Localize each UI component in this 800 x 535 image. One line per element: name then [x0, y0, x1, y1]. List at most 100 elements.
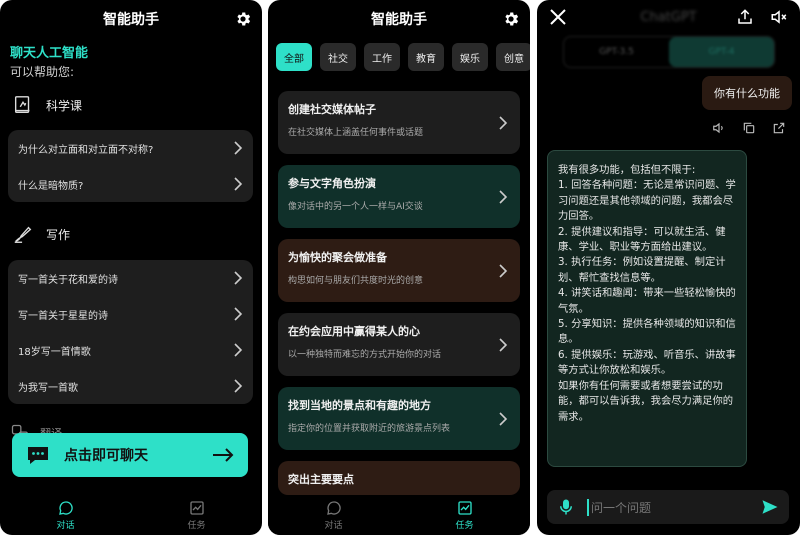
- tab-label: 任务: [187, 520, 206, 531]
- gear-icon[interactable]: [502, 10, 520, 28]
- list-item[interactable]: 写一首关于星星的诗: [8, 296, 253, 332]
- task-subtitle: 指定你的位置并获取附近的旅游景点列表: [288, 424, 451, 434]
- chevron-right-icon: [499, 338, 508, 352]
- app-title: 智能助手: [371, 12, 427, 28]
- speaker-icon[interactable]: [712, 121, 726, 135]
- message-line: 6. 提供娱乐：玩游戏、听音乐、讲故事等方式让你放松和娱乐。: [558, 348, 736, 377]
- task-subtitle: 构思如何与朋友们共度时光的创意: [288, 276, 424, 286]
- prompt-text: 写一首关于星星的诗: [18, 310, 108, 322]
- chevron-right-icon: [234, 343, 243, 357]
- section-label: 写作: [46, 227, 71, 242]
- chip-creative[interactable]: 创意: [496, 43, 530, 71]
- tab-tasks[interactable]: 任务: [131, 495, 262, 535]
- chevron-right-icon: [234, 307, 243, 321]
- category-chips: 全部 社交 工作 教育 娱乐 创意: [276, 43, 530, 71]
- model-toggle[interactable]: GPT-3.5 GPT-4: [563, 36, 775, 68]
- chip-social[interactable]: 社交: [320, 43, 356, 71]
- bottom-nav: 对话 任务: [0, 495, 262, 535]
- task-card[interactable]: 突出主要要点: [278, 461, 520, 495]
- tasks-screen: 智能助手 全部 社交 工作 教育 娱乐 创意 创建社交媒体帖子 在社交媒体上涵盖…: [268, 0, 530, 535]
- task-title: 为愉快的聚会做准备: [288, 251, 387, 264]
- tab-label: 任务: [455, 520, 474, 531]
- prompt-text: 18岁写一首情歌: [18, 346, 91, 358]
- message-line: 我有很多功能，包括但不限于:: [558, 164, 696, 176]
- send-icon[interactable]: [761, 498, 779, 516]
- chevron-right-icon: [499, 116, 508, 130]
- chevron-right-icon: [499, 412, 508, 426]
- speaker-mute-icon[interactable]: [770, 8, 788, 26]
- assistant-message: 我有很多功能，包括但不限于: 1. 回答各种问题：无论是常识问题、学习问题还是其…: [547, 150, 747, 467]
- arrow-right-icon: [213, 448, 234, 462]
- app-title: 智能助手: [103, 12, 159, 28]
- chart-icon: [457, 500, 472, 515]
- message-input-bar: 问一个问题: [547, 490, 789, 524]
- model-option[interactable]: GPT-4: [669, 37, 774, 67]
- tab-tasks[interactable]: 任务: [399, 495, 530, 535]
- writing-prompts: 写一首关于花和爱的诗 写一首关于星星的诗 18岁写一首情歌 为我写一首歌: [8, 260, 253, 404]
- message-line: 2. 提供建议和指导：可以就生活、健康、学业、职业等方面给出建议。: [558, 225, 726, 254]
- task-title: 参与文字角色扮演: [288, 177, 376, 190]
- microphone-icon[interactable]: [557, 498, 575, 516]
- chat-icon: [326, 500, 341, 515]
- chevron-right-icon: [234, 177, 243, 191]
- question-text: 为什么对立面和对立面不对称?: [18, 144, 154, 156]
- science-book-icon: [14, 96, 30, 114]
- chevron-right-icon: [234, 379, 243, 393]
- prompt-text: 为我写一首歌: [18, 382, 78, 394]
- list-item[interactable]: 写一首关于花和爱的诗: [8, 260, 253, 296]
- message-actions: [712, 121, 786, 135]
- message-line: 4. 讲笑话和趣闻：带来一些轻松愉快的气氛。: [558, 287, 736, 315]
- copy-icon[interactable]: [742, 121, 756, 135]
- tab-chat[interactable]: 对话: [0, 495, 131, 535]
- greeting-title: 聊天人工智能: [10, 46, 89, 61]
- message-line: 如果你有任何需要或者想要尝试的功能，都可以告诉我，我会尽力满足你的需求。: [558, 379, 734, 423]
- header: 智能助手: [268, 0, 530, 38]
- task-subtitle: 在社交媒体上涵盖任何事件或话题: [288, 128, 424, 138]
- chevron-right-icon: [499, 264, 508, 278]
- task-card[interactable]: 创建社交媒体帖子 在社交媒体上涵盖任何事件或话题: [278, 91, 520, 154]
- task-subtitle: 像对话中的另一个人一样与AI交谈: [288, 202, 423, 212]
- start-chat-button[interactable]: 点击即可聊天: [12, 433, 248, 477]
- task-card[interactable]: 找到当地的景点和有趣的地方 指定你的位置并获取附近的旅游景点列表: [278, 387, 520, 450]
- list-item[interactable]: 18岁写一首情歌: [8, 332, 253, 368]
- section-label: 科学课: [46, 98, 83, 113]
- tab-chat[interactable]: 对话: [268, 495, 399, 535]
- task-title: 找到当地的景点和有趣的地方: [288, 399, 431, 412]
- greeting-subtitle: 可以帮助您:: [10, 65, 75, 79]
- open-external-icon[interactable]: [772, 121, 786, 135]
- chip-all[interactable]: 全部: [276, 43, 312, 71]
- chart-icon: [189, 500, 204, 515]
- prompt-text: 写一首关于花和爱的诗: [18, 274, 118, 286]
- section-heading-science: 科学课: [12, 92, 82, 118]
- list-item[interactable]: 什么是暗物质?: [8, 166, 253, 202]
- chip-education[interactable]: 教育: [408, 43, 444, 71]
- question-input[interactable]: 问一个问题: [587, 498, 749, 516]
- conversation-header: ChatGPT: [549, 8, 788, 30]
- chevron-right-icon: [234, 141, 243, 155]
- message-line: 1. 回答各种问题：无论是常识问题、学习问题还是其他领域的问题，我都会尽力回答。: [558, 179, 736, 223]
- task-card[interactable]: 在约会应用中赢得某人的心 以一种独特而难忘的方式开始你的对话: [278, 313, 520, 376]
- message-line: 3. 执行任务：例如设置提醒、制定计划、帮忙查找信息等。: [558, 256, 726, 284]
- task-card[interactable]: 参与文字角色扮演 像对话中的另一个人一样与AI交谈: [278, 165, 520, 228]
- task-card[interactable]: 为愉快的聚会做准备 构思如何与朋友们共度时光的创意: [278, 239, 520, 302]
- question-text: 什么是暗物质?: [18, 180, 84, 192]
- chip-work[interactable]: 工作: [364, 43, 400, 71]
- list-item[interactable]: 为什么对立面和对立面不对称?: [8, 130, 253, 166]
- model-option[interactable]: GPT-3.5: [564, 37, 669, 67]
- chat-home-screen: 智能助手 聊天人工智能 可以帮助您: 科学课 为什么对立面和对立面不对称? 什么…: [0, 0, 262, 535]
- cta-label: 点击即可聊天: [64, 448, 148, 464]
- task-title: 创建社交媒体帖子: [288, 103, 376, 116]
- list-item[interactable]: 为我写一首歌: [8, 368, 253, 404]
- task-title: 突出主要要点: [288, 473, 354, 486]
- bottom-nav: 对话 任务: [268, 495, 530, 535]
- header: 智能助手: [0, 0, 262, 38]
- gear-icon[interactable]: [234, 10, 252, 28]
- science-questions: 为什么对立面和对立面不对称? 什么是暗物质?: [8, 130, 253, 202]
- message-line: 5. 分享知识：提供各种领域的知识和信息。: [558, 318, 736, 346]
- share-icon[interactable]: [736, 8, 754, 26]
- chat-bubble-icon: [28, 447, 48, 464]
- chip-entertainment[interactable]: 娱乐: [452, 43, 488, 71]
- writing-hand-icon: [14, 226, 32, 243]
- chat-icon: [58, 500, 73, 515]
- conversation-screen: ChatGPT GPT-3.5 GPT-4 你有什么功能 我有很多功能，包括但不…: [537, 0, 800, 535]
